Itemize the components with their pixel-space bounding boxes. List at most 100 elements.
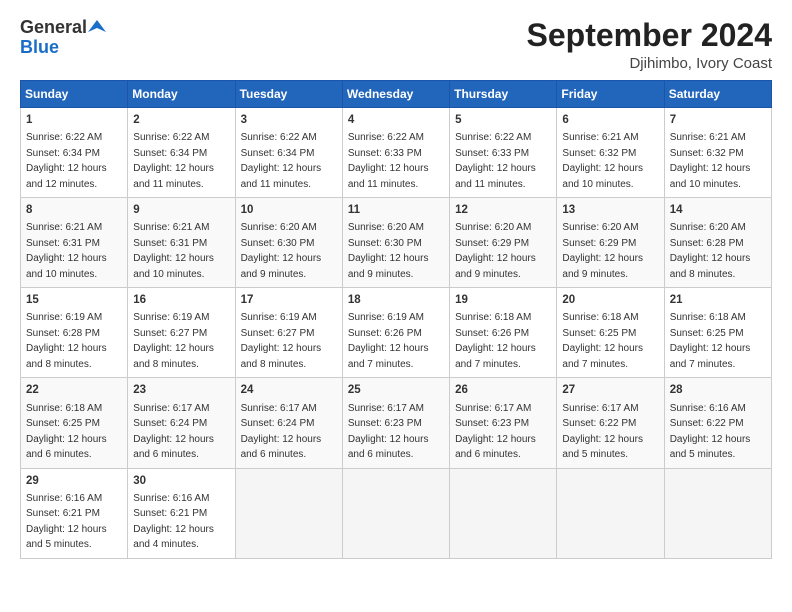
calendar-header-row: Sunday Monday Tuesday Wednesday Thursday… (21, 81, 772, 108)
day-number: 25 (348, 382, 444, 398)
calendar-table: Sunday Monday Tuesday Wednesday Thursday… (20, 80, 772, 558)
day-number: 10 (241, 202, 337, 218)
day-info: Sunrise: 6:22 AMSunset: 6:34 PMDaylight:… (133, 132, 214, 190)
table-row: 24 Sunrise: 6:17 AMSunset: 6:24 PMDaylig… (235, 378, 342, 468)
col-thursday: Thursday (450, 81, 557, 108)
day-number: 5 (455, 112, 551, 128)
table-row: 15 Sunrise: 6:19 AMSunset: 6:28 PMDaylig… (21, 288, 128, 378)
page: General Blue September 2024 Djihimbo, Iv… (0, 0, 792, 612)
col-sunday: Sunday (21, 81, 128, 108)
day-info: Sunrise: 6:20 AMSunset: 6:30 PMDaylight:… (241, 222, 322, 280)
day-number: 28 (670, 382, 766, 398)
day-number: 21 (670, 292, 766, 308)
day-number: 19 (455, 292, 551, 308)
table-row: 26 Sunrise: 6:17 AMSunset: 6:23 PMDaylig… (450, 378, 557, 468)
day-number: 12 (455, 202, 551, 218)
table-row: 27 Sunrise: 6:17 AMSunset: 6:22 PMDaylig… (557, 378, 664, 468)
day-number: 23 (133, 382, 229, 398)
table-row: 28 Sunrise: 6:16 AMSunset: 6:22 PMDaylig… (664, 378, 771, 468)
day-info: Sunrise: 6:20 AMSunset: 6:30 PMDaylight:… (348, 222, 429, 280)
table-row: 9 Sunrise: 6:21 AMSunset: 6:31 PMDayligh… (128, 198, 235, 288)
table-row: 2 Sunrise: 6:22 AMSunset: 6:34 PMDayligh… (128, 108, 235, 198)
day-info: Sunrise: 6:20 AMSunset: 6:28 PMDaylight:… (670, 222, 751, 280)
day-info: Sunrise: 6:18 AMSunset: 6:26 PMDaylight:… (455, 312, 536, 370)
day-number: 27 (562, 382, 658, 398)
table-row: 3 Sunrise: 6:22 AMSunset: 6:34 PMDayligh… (235, 108, 342, 198)
col-monday: Monday (128, 81, 235, 108)
day-number: 2 (133, 112, 229, 128)
table-row: 30 Sunrise: 6:16 AMSunset: 6:21 PMDaylig… (128, 468, 235, 558)
table-row: 4 Sunrise: 6:22 AMSunset: 6:33 PMDayligh… (342, 108, 449, 198)
table-row: 10 Sunrise: 6:20 AMSunset: 6:30 PMDaylig… (235, 198, 342, 288)
day-info: Sunrise: 6:21 AMSunset: 6:31 PMDaylight:… (26, 222, 107, 280)
day-info: Sunrise: 6:17 AMSunset: 6:24 PMDaylight:… (241, 403, 322, 461)
table-row (235, 468, 342, 558)
logo-blue-text: Blue (20, 38, 59, 58)
day-number: 16 (133, 292, 229, 308)
day-number: 7 (670, 112, 766, 128)
table-row: 17 Sunrise: 6:19 AMSunset: 6:27 PMDaylig… (235, 288, 342, 378)
calendar-week-row: 15 Sunrise: 6:19 AMSunset: 6:28 PMDaylig… (21, 288, 772, 378)
table-row: 19 Sunrise: 6:18 AMSunset: 6:26 PMDaylig… (450, 288, 557, 378)
table-row: 18 Sunrise: 6:19 AMSunset: 6:26 PMDaylig… (342, 288, 449, 378)
calendar-week-row: 29 Sunrise: 6:16 AMSunset: 6:21 PMDaylig… (21, 468, 772, 558)
day-info: Sunrise: 6:17 AMSunset: 6:23 PMDaylight:… (455, 403, 536, 461)
day-info: Sunrise: 6:18 AMSunset: 6:25 PMDaylight:… (562, 312, 643, 370)
day-number: 4 (348, 112, 444, 128)
calendar-week-row: 1 Sunrise: 6:22 AMSunset: 6:34 PMDayligh… (21, 108, 772, 198)
table-row: 14 Sunrise: 6:20 AMSunset: 6:28 PMDaylig… (664, 198, 771, 288)
day-number: 15 (26, 292, 122, 308)
table-row: 7 Sunrise: 6:21 AMSunset: 6:32 PMDayligh… (664, 108, 771, 198)
table-row: 8 Sunrise: 6:21 AMSunset: 6:31 PMDayligh… (21, 198, 128, 288)
day-info: Sunrise: 6:21 AMSunset: 6:32 PMDaylight:… (562, 132, 643, 190)
header: General Blue September 2024 Djihimbo, Iv… (20, 18, 772, 72)
day-number: 17 (241, 292, 337, 308)
day-info: Sunrise: 6:17 AMSunset: 6:23 PMDaylight:… (348, 403, 429, 461)
table-row: 6 Sunrise: 6:21 AMSunset: 6:32 PMDayligh… (557, 108, 664, 198)
day-info: Sunrise: 6:19 AMSunset: 6:27 PMDaylight:… (241, 312, 322, 370)
day-info: Sunrise: 6:18 AMSunset: 6:25 PMDaylight:… (26, 403, 107, 461)
day-info: Sunrise: 6:22 AMSunset: 6:34 PMDaylight:… (241, 132, 322, 190)
col-tuesday: Tuesday (235, 81, 342, 108)
day-number: 14 (670, 202, 766, 218)
col-friday: Friday (557, 81, 664, 108)
day-info: Sunrise: 6:16 AMSunset: 6:21 PMDaylight:… (26, 493, 107, 551)
day-info: Sunrise: 6:18 AMSunset: 6:25 PMDaylight:… (670, 312, 751, 370)
day-number: 3 (241, 112, 337, 128)
day-info: Sunrise: 6:19 AMSunset: 6:27 PMDaylight:… (133, 312, 214, 370)
day-info: Sunrise: 6:17 AMSunset: 6:24 PMDaylight:… (133, 403, 214, 461)
col-wednesday: Wednesday (342, 81, 449, 108)
table-row: 25 Sunrise: 6:17 AMSunset: 6:23 PMDaylig… (342, 378, 449, 468)
table-row (664, 468, 771, 558)
day-number: 9 (133, 202, 229, 218)
logo-general-text: General (20, 18, 87, 38)
day-number: 20 (562, 292, 658, 308)
table-row: 12 Sunrise: 6:20 AMSunset: 6:29 PMDaylig… (450, 198, 557, 288)
day-info: Sunrise: 6:22 AMSunset: 6:33 PMDaylight:… (455, 132, 536, 190)
table-row: 11 Sunrise: 6:20 AMSunset: 6:30 PMDaylig… (342, 198, 449, 288)
day-number: 1 (26, 112, 122, 128)
day-number: 8 (26, 202, 122, 218)
table-row: 23 Sunrise: 6:17 AMSunset: 6:24 PMDaylig… (128, 378, 235, 468)
day-number: 24 (241, 382, 337, 398)
day-info: Sunrise: 6:22 AMSunset: 6:33 PMDaylight:… (348, 132, 429, 190)
day-number: 30 (133, 473, 229, 489)
table-row: 16 Sunrise: 6:19 AMSunset: 6:27 PMDaylig… (128, 288, 235, 378)
day-number: 22 (26, 382, 122, 398)
table-row: 22 Sunrise: 6:18 AMSunset: 6:25 PMDaylig… (21, 378, 128, 468)
logo-bird-icon (88, 18, 106, 36)
logo: General Blue (20, 18, 106, 58)
table-row: 20 Sunrise: 6:18 AMSunset: 6:25 PMDaylig… (557, 288, 664, 378)
calendar-week-row: 8 Sunrise: 6:21 AMSunset: 6:31 PMDayligh… (21, 198, 772, 288)
table-row: 21 Sunrise: 6:18 AMSunset: 6:25 PMDaylig… (664, 288, 771, 378)
day-info: Sunrise: 6:21 AMSunset: 6:32 PMDaylight:… (670, 132, 751, 190)
day-info: Sunrise: 6:16 AMSunset: 6:22 PMDaylight:… (670, 403, 751, 461)
day-number: 13 (562, 202, 658, 218)
month-title: September 2024 (527, 18, 772, 53)
day-info: Sunrise: 6:20 AMSunset: 6:29 PMDaylight:… (455, 222, 536, 280)
day-number: 11 (348, 202, 444, 218)
table-row (557, 468, 664, 558)
table-row: 1 Sunrise: 6:22 AMSunset: 6:34 PMDayligh… (21, 108, 128, 198)
day-info: Sunrise: 6:21 AMSunset: 6:31 PMDaylight:… (133, 222, 214, 280)
table-row (450, 468, 557, 558)
